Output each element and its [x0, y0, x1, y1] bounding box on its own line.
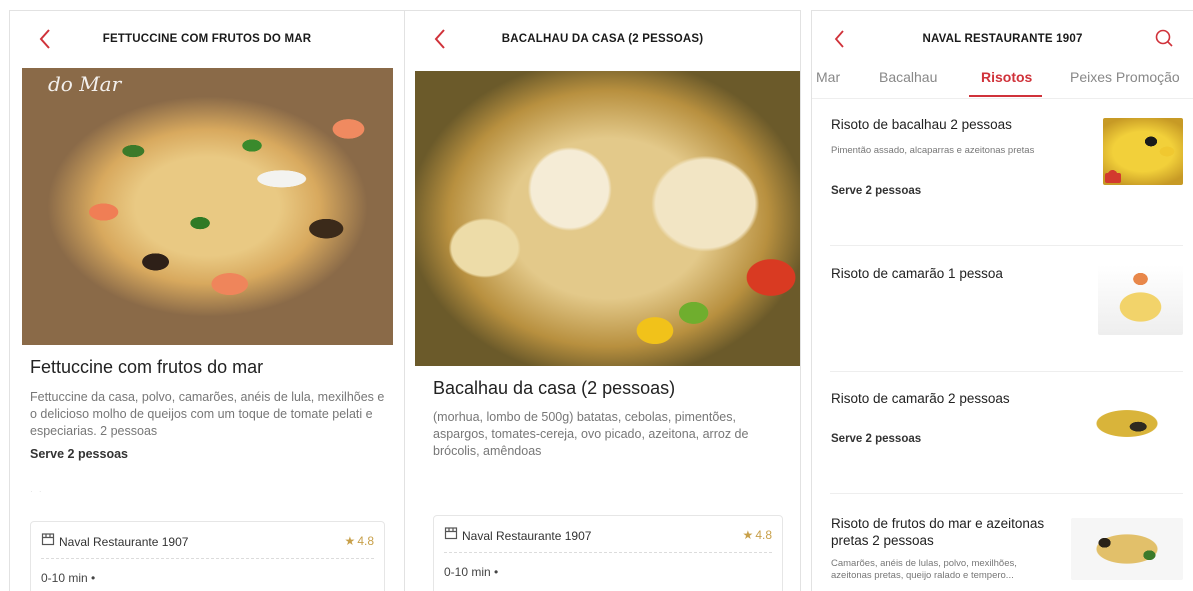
- divider-dots: · ·: [30, 487, 44, 496]
- rating-value: 4.8: [357, 534, 374, 548]
- item-photo: [1098, 265, 1183, 335]
- search-icon[interactable]: [1153, 27, 1175, 49]
- menu-item-risoto-camarao-2[interactable]: Risoto de camarão 2 pessoas Serve 2 pess…: [830, 372, 1183, 494]
- delivery-eta: 0-10 min •: [444, 565, 499, 579]
- dish-detail-screen-fettuccine: FETTUCCINE COM FRUTOS DO MAR do Mar Fett…: [9, 10, 405, 591]
- tab-mar[interactable]: Mar: [816, 69, 840, 85]
- tab-bacalhau[interactable]: Bacalhau: [879, 69, 937, 85]
- photo-badge: [1105, 173, 1121, 183]
- item-photo: [1103, 118, 1183, 185]
- star-icon: ★: [344, 534, 356, 548]
- store-card-divider: [41, 558, 374, 559]
- tab-peixes-promocao[interactable]: Peixes Promoção: [1070, 69, 1180, 85]
- menu-item-risoto-bacalhau-2[interactable]: Risoto de bacalhau 2 pessoas Pimentão as…: [830, 101, 1183, 246]
- rating-value: 4.8: [755, 528, 772, 542]
- menu-item-risoto-camarao-1[interactable]: Risoto de camarão 1 pessoa: [830, 246, 1183, 372]
- item-photo: [1071, 518, 1183, 580]
- item-description: Pimentão assado, alcaparras e azeitonas …: [831, 145, 1035, 156]
- star-icon: ★: [742, 528, 754, 542]
- tab-risotos[interactable]: Risotos: [981, 69, 1032, 85]
- dish-description: (morhua, lombo de 500g) batatas, cebolas…: [433, 410, 749, 458]
- store-name: Naval Restaurante 1907: [59, 535, 189, 549]
- page-title: BACALHAU DA CASA (2 PESSOAS): [501, 33, 704, 45]
- store-rating: ★ 4.8: [743, 528, 772, 542]
- store-name: Naval Restaurante 1907: [462, 529, 592, 543]
- store-icon: [444, 526, 458, 540]
- page-title: FETTUCCINE COM FRUTOS DO MAR: [102, 33, 312, 45]
- dish-title: Bacalhau da casa (2 pessoas): [433, 378, 676, 398]
- header: BACALHAU DA CASA (2 PESSOAS): [405, 11, 800, 69]
- store-rating: ★ 4.8: [345, 534, 374, 548]
- store-card[interactable]: Naval Restaurante 1907 ★ 4.8 0-10 min •: [30, 521, 385, 591]
- header: NAVAL RESTAURANTE 1907: [812, 11, 1193, 69]
- item-serves: Serve 2 pessoas: [831, 185, 922, 197]
- item-photo: [1071, 392, 1183, 455]
- category-tabs: Mar Bacalhau Risotos Peixes Promoção: [812, 67, 1193, 99]
- menu-item-risoto-frutos-do-mar[interactable]: Risoto de frutos do mar e azeitonas pret…: [830, 494, 1183, 591]
- eta-value: 0-10 min: [41, 571, 88, 585]
- header: FETTUCCINE COM FRUTOS DO MAR: [10, 11, 404, 69]
- delivery-eta: 0-10 min •: [41, 571, 96, 585]
- dish-detail-screen-bacalhau: BACALHAU DA CASA (2 PESSOAS) Bacalhau da…: [404, 10, 801, 591]
- store-icon: [41, 532, 55, 546]
- dish-photo: do Mar: [22, 68, 393, 345]
- item-title: Risoto de bacalhau 2 pessoas: [831, 117, 1012, 132]
- store-card[interactable]: Naval Restaurante 1907 ★ 4.8 0-10 min •: [433, 515, 783, 591]
- page-title: NAVAL RESTAURANTE 1907: [922, 33, 1083, 45]
- restaurant-menu-screen: NAVAL RESTAURANTE 1907 Mar Bacalhau Riso…: [811, 10, 1193, 591]
- dish-photo: [415, 71, 800, 366]
- item-title: Risoto de camarão 2 pessoas: [831, 391, 1010, 406]
- eta-value: 0-10 min: [444, 565, 491, 579]
- store-card-divider: [444, 552, 772, 553]
- item-description: Camarões, anéis de lulas, polvo, mexilhõ…: [831, 558, 1017, 581]
- active-tab-indicator: [969, 95, 1042, 97]
- dish-description: Fettuccine da casa, polvo, camarões, ané…: [30, 390, 385, 438]
- serves-label: Serve 2 pessoas: [30, 447, 128, 461]
- photo-watermark: do Mar: [48, 72, 122, 96]
- item-serves: Serve 2 pessoas: [831, 433, 922, 445]
- dish-title: Fettuccine com frutos do mar: [30, 357, 264, 377]
- item-title: Risoto de frutos do mar e azeitonas pret…: [831, 516, 1045, 548]
- item-title: Risoto de camarão 1 pessoa: [831, 266, 1003, 281]
